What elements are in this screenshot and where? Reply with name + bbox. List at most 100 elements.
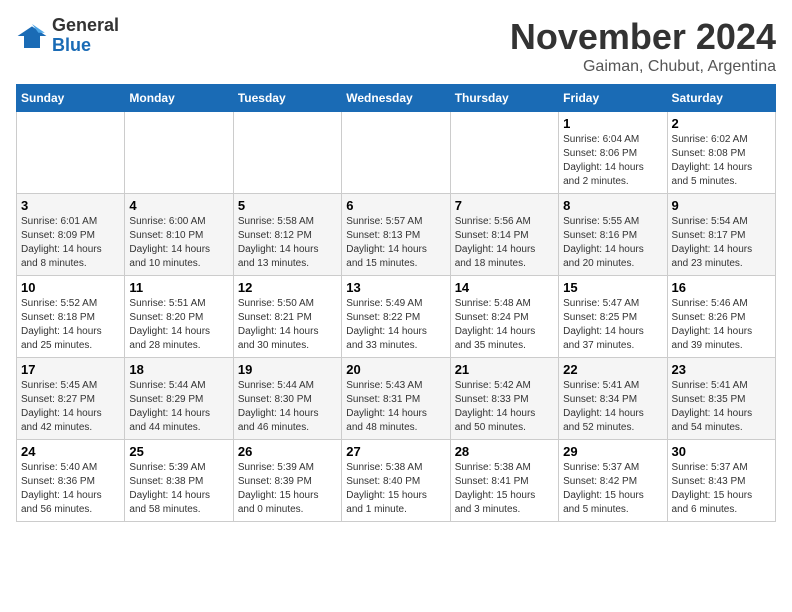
calendar-week-row: 17Sunrise: 5:45 AM Sunset: 8:27 PM Dayli… xyxy=(17,358,776,440)
day-number: 1 xyxy=(563,116,662,131)
day-info: Sunrise: 6:02 AM Sunset: 8:08 PM Dayligh… xyxy=(672,133,771,189)
day-info: Sunrise: 5:51 AM Sunset: 8:20 PM Dayligh… xyxy=(129,297,228,353)
day-number: 10 xyxy=(21,280,120,295)
calendar: SundayMondayTuesdayWednesdayThursdayFrid… xyxy=(16,84,776,522)
calendar-cell: 13 Sunrise: 5:49 AM Sunset: 8:22 PM Dayli… xyxy=(342,276,450,358)
weekday-header: Wednesday xyxy=(342,85,450,112)
weekday-header: Saturday xyxy=(667,85,775,112)
calendar-cell: 12 Sunrise: 5:50 AM Sunset: 8:21 PM Dayli… xyxy=(233,276,341,358)
day-info: Sunrise: 5:37 AM Sunset: 8:43 PM Dayligh… xyxy=(672,461,771,517)
day-number: 15 xyxy=(563,280,662,295)
calendar-cell xyxy=(17,112,125,194)
month-title: November 2024 xyxy=(510,16,776,58)
day-info: Sunrise: 5:41 AM Sunset: 8:34 PM Dayligh… xyxy=(563,379,662,435)
calendar-cell: 29 Sunrise: 5:37 AM Sunset: 8:42 PM Dayli… xyxy=(559,440,667,522)
day-info: Sunrise: 5:55 AM Sunset: 8:16 PM Dayligh… xyxy=(563,215,662,271)
day-info: Sunrise: 6:00 AM Sunset: 8:10 PM Dayligh… xyxy=(129,215,228,271)
calendar-cell: 26 Sunrise: 5:39 AM Sunset: 8:39 PM Dayli… xyxy=(233,440,341,522)
day-info: Sunrise: 6:04 AM Sunset: 8:06 PM Dayligh… xyxy=(563,133,662,189)
day-number: 3 xyxy=(21,198,120,213)
day-info: Sunrise: 5:39 AM Sunset: 8:38 PM Dayligh… xyxy=(129,461,228,517)
weekday-header-row: SundayMondayTuesdayWednesdayThursdayFrid… xyxy=(17,85,776,112)
day-number: 13 xyxy=(346,280,445,295)
day-number: 19 xyxy=(238,362,337,377)
calendar-cell: 14 Sunrise: 5:48 AM Sunset: 8:24 PM Dayli… xyxy=(450,276,558,358)
day-info: Sunrise: 5:42 AM Sunset: 8:33 PM Dayligh… xyxy=(455,379,554,435)
day-number: 30 xyxy=(672,444,771,459)
calendar-cell: 18Sunrise: 5:44 AM Sunset: 8:29 PM Dayli… xyxy=(125,358,233,440)
day-info: Sunrise: 5:41 AM Sunset: 8:35 PM Dayligh… xyxy=(672,379,771,435)
day-info: Sunrise: 5:37 AM Sunset: 8:42 PM Dayligh… xyxy=(563,461,662,517)
day-info: Sunrise: 5:57 AM Sunset: 8:13 PM Dayligh… xyxy=(346,215,445,271)
title-area: November 2024 Gaiman, Chubut, Argentina xyxy=(510,16,776,76)
day-info: Sunrise: 5:58 AM Sunset: 8:12 PM Dayligh… xyxy=(238,215,337,271)
weekday-header: Thursday xyxy=(450,85,558,112)
day-number: 5 xyxy=(238,198,337,213)
day-info: Sunrise: 5:47 AM Sunset: 8:25 PM Dayligh… xyxy=(563,297,662,353)
day-info: Sunrise: 5:38 AM Sunset: 8:40 PM Dayligh… xyxy=(346,461,445,517)
day-number: 2 xyxy=(672,116,771,131)
logo-general: General xyxy=(52,15,119,35)
day-info: Sunrise: 6:01 AM Sunset: 8:09 PM Dayligh… xyxy=(21,215,120,271)
day-info: Sunrise: 5:46 AM Sunset: 8:26 PM Dayligh… xyxy=(672,297,771,353)
calendar-cell: 3 Sunrise: 6:01 AM Sunset: 8:09 PM Daylig… xyxy=(17,194,125,276)
day-number: 18 xyxy=(129,362,228,377)
calendar-week-row: 24 Sunrise: 5:40 AM Sunset: 8:36 PM Dayli… xyxy=(17,440,776,522)
header: General Blue November 2024 Gaiman, Chubu… xyxy=(16,16,776,76)
day-info: Sunrise: 5:56 AM Sunset: 8:14 PM Dayligh… xyxy=(455,215,554,271)
day-number: 6 xyxy=(346,198,445,213)
calendar-cell xyxy=(125,112,233,194)
day-number: 26 xyxy=(238,444,337,459)
day-number: 17 xyxy=(21,362,120,377)
calendar-cell: 23 Sunrise: 5:41 AM Sunset: 8:35 PM Dayli… xyxy=(667,358,775,440)
day-info: Sunrise: 5:43 AM Sunset: 8:31 PM Dayligh… xyxy=(346,379,445,435)
calendar-cell: 5 Sunrise: 5:58 AM Sunset: 8:12 PM Daylig… xyxy=(233,194,341,276)
day-info: Sunrise: 5:50 AM Sunset: 8:21 PM Dayligh… xyxy=(238,297,337,353)
calendar-cell xyxy=(450,112,558,194)
calendar-cell: 28Sunrise: 5:38 AM Sunset: 8:41 PM Dayli… xyxy=(450,440,558,522)
calendar-cell: 15 Sunrise: 5:47 AM Sunset: 8:25 PM Dayli… xyxy=(559,276,667,358)
calendar-cell xyxy=(342,112,450,194)
day-info: Sunrise: 5:54 AM Sunset: 8:17 PM Dayligh… xyxy=(672,215,771,271)
location: Gaiman, Chubut, Argentina xyxy=(510,58,776,76)
calendar-cell: 9 Sunrise: 5:54 AM Sunset: 8:17 PM Daylig… xyxy=(667,194,775,276)
calendar-cell: 17Sunrise: 5:45 AM Sunset: 8:27 PM Dayli… xyxy=(17,358,125,440)
calendar-cell: 8Sunrise: 5:55 AM Sunset: 8:16 PM Daylig… xyxy=(559,194,667,276)
day-info: Sunrise: 5:44 AM Sunset: 8:30 PM Dayligh… xyxy=(238,379,337,435)
weekday-header: Tuesday xyxy=(233,85,341,112)
calendar-cell: 25 Sunrise: 5:39 AM Sunset: 8:38 PM Dayli… xyxy=(125,440,233,522)
day-info: Sunrise: 5:39 AM Sunset: 8:39 PM Dayligh… xyxy=(238,461,337,517)
calendar-cell: 6 Sunrise: 5:57 AM Sunset: 8:13 PM Daylig… xyxy=(342,194,450,276)
weekday-header: Sunday xyxy=(17,85,125,112)
logo: General Blue xyxy=(16,16,119,56)
logo-bird-icon xyxy=(16,20,48,52)
weekday-header: Monday xyxy=(125,85,233,112)
day-number: 29 xyxy=(563,444,662,459)
day-number: 9 xyxy=(672,198,771,213)
calendar-cell: 4Sunrise: 6:00 AM Sunset: 8:10 PM Daylig… xyxy=(125,194,233,276)
day-info: Sunrise: 5:40 AM Sunset: 8:36 PM Dayligh… xyxy=(21,461,120,517)
day-number: 28 xyxy=(455,444,554,459)
day-number: 25 xyxy=(129,444,228,459)
day-info: Sunrise: 5:52 AM Sunset: 8:18 PM Dayligh… xyxy=(21,297,120,353)
calendar-cell: 7Sunrise: 5:56 AM Sunset: 8:14 PM Daylig… xyxy=(450,194,558,276)
day-info: Sunrise: 5:49 AM Sunset: 8:22 PM Dayligh… xyxy=(346,297,445,353)
calendar-cell xyxy=(233,112,341,194)
calendar-cell: 10 Sunrise: 5:52 AM Sunset: 8:18 PM Dayli… xyxy=(17,276,125,358)
day-info: Sunrise: 5:48 AM Sunset: 8:24 PM Dayligh… xyxy=(455,297,554,353)
day-number: 14 xyxy=(455,280,554,295)
calendar-cell: 19 Sunrise: 5:44 AM Sunset: 8:30 PM Dayli… xyxy=(233,358,341,440)
calendar-cell: 16Sunrise: 5:46 AM Sunset: 8:26 PM Dayli… xyxy=(667,276,775,358)
day-number: 12 xyxy=(238,280,337,295)
day-number: 24 xyxy=(21,444,120,459)
calendar-cell: 30 Sunrise: 5:37 AM Sunset: 8:43 PM Dayli… xyxy=(667,440,775,522)
calendar-cell: 20Sunrise: 5:43 AM Sunset: 8:31 PM Dayli… xyxy=(342,358,450,440)
calendar-week-row: 3 Sunrise: 6:01 AM Sunset: 8:09 PM Daylig… xyxy=(17,194,776,276)
day-number: 23 xyxy=(672,362,771,377)
calendar-cell: 1 Sunrise: 6:04 AM Sunset: 8:06 PM Daylig… xyxy=(559,112,667,194)
calendar-cell: 22Sunrise: 5:41 AM Sunset: 8:34 PM Dayli… xyxy=(559,358,667,440)
day-number: 11 xyxy=(129,280,228,295)
day-number: 21 xyxy=(455,362,554,377)
calendar-week-row: 10 Sunrise: 5:52 AM Sunset: 8:18 PM Dayli… xyxy=(17,276,776,358)
calendar-cell: 11 Sunrise: 5:51 AM Sunset: 8:20 PM Dayli… xyxy=(125,276,233,358)
